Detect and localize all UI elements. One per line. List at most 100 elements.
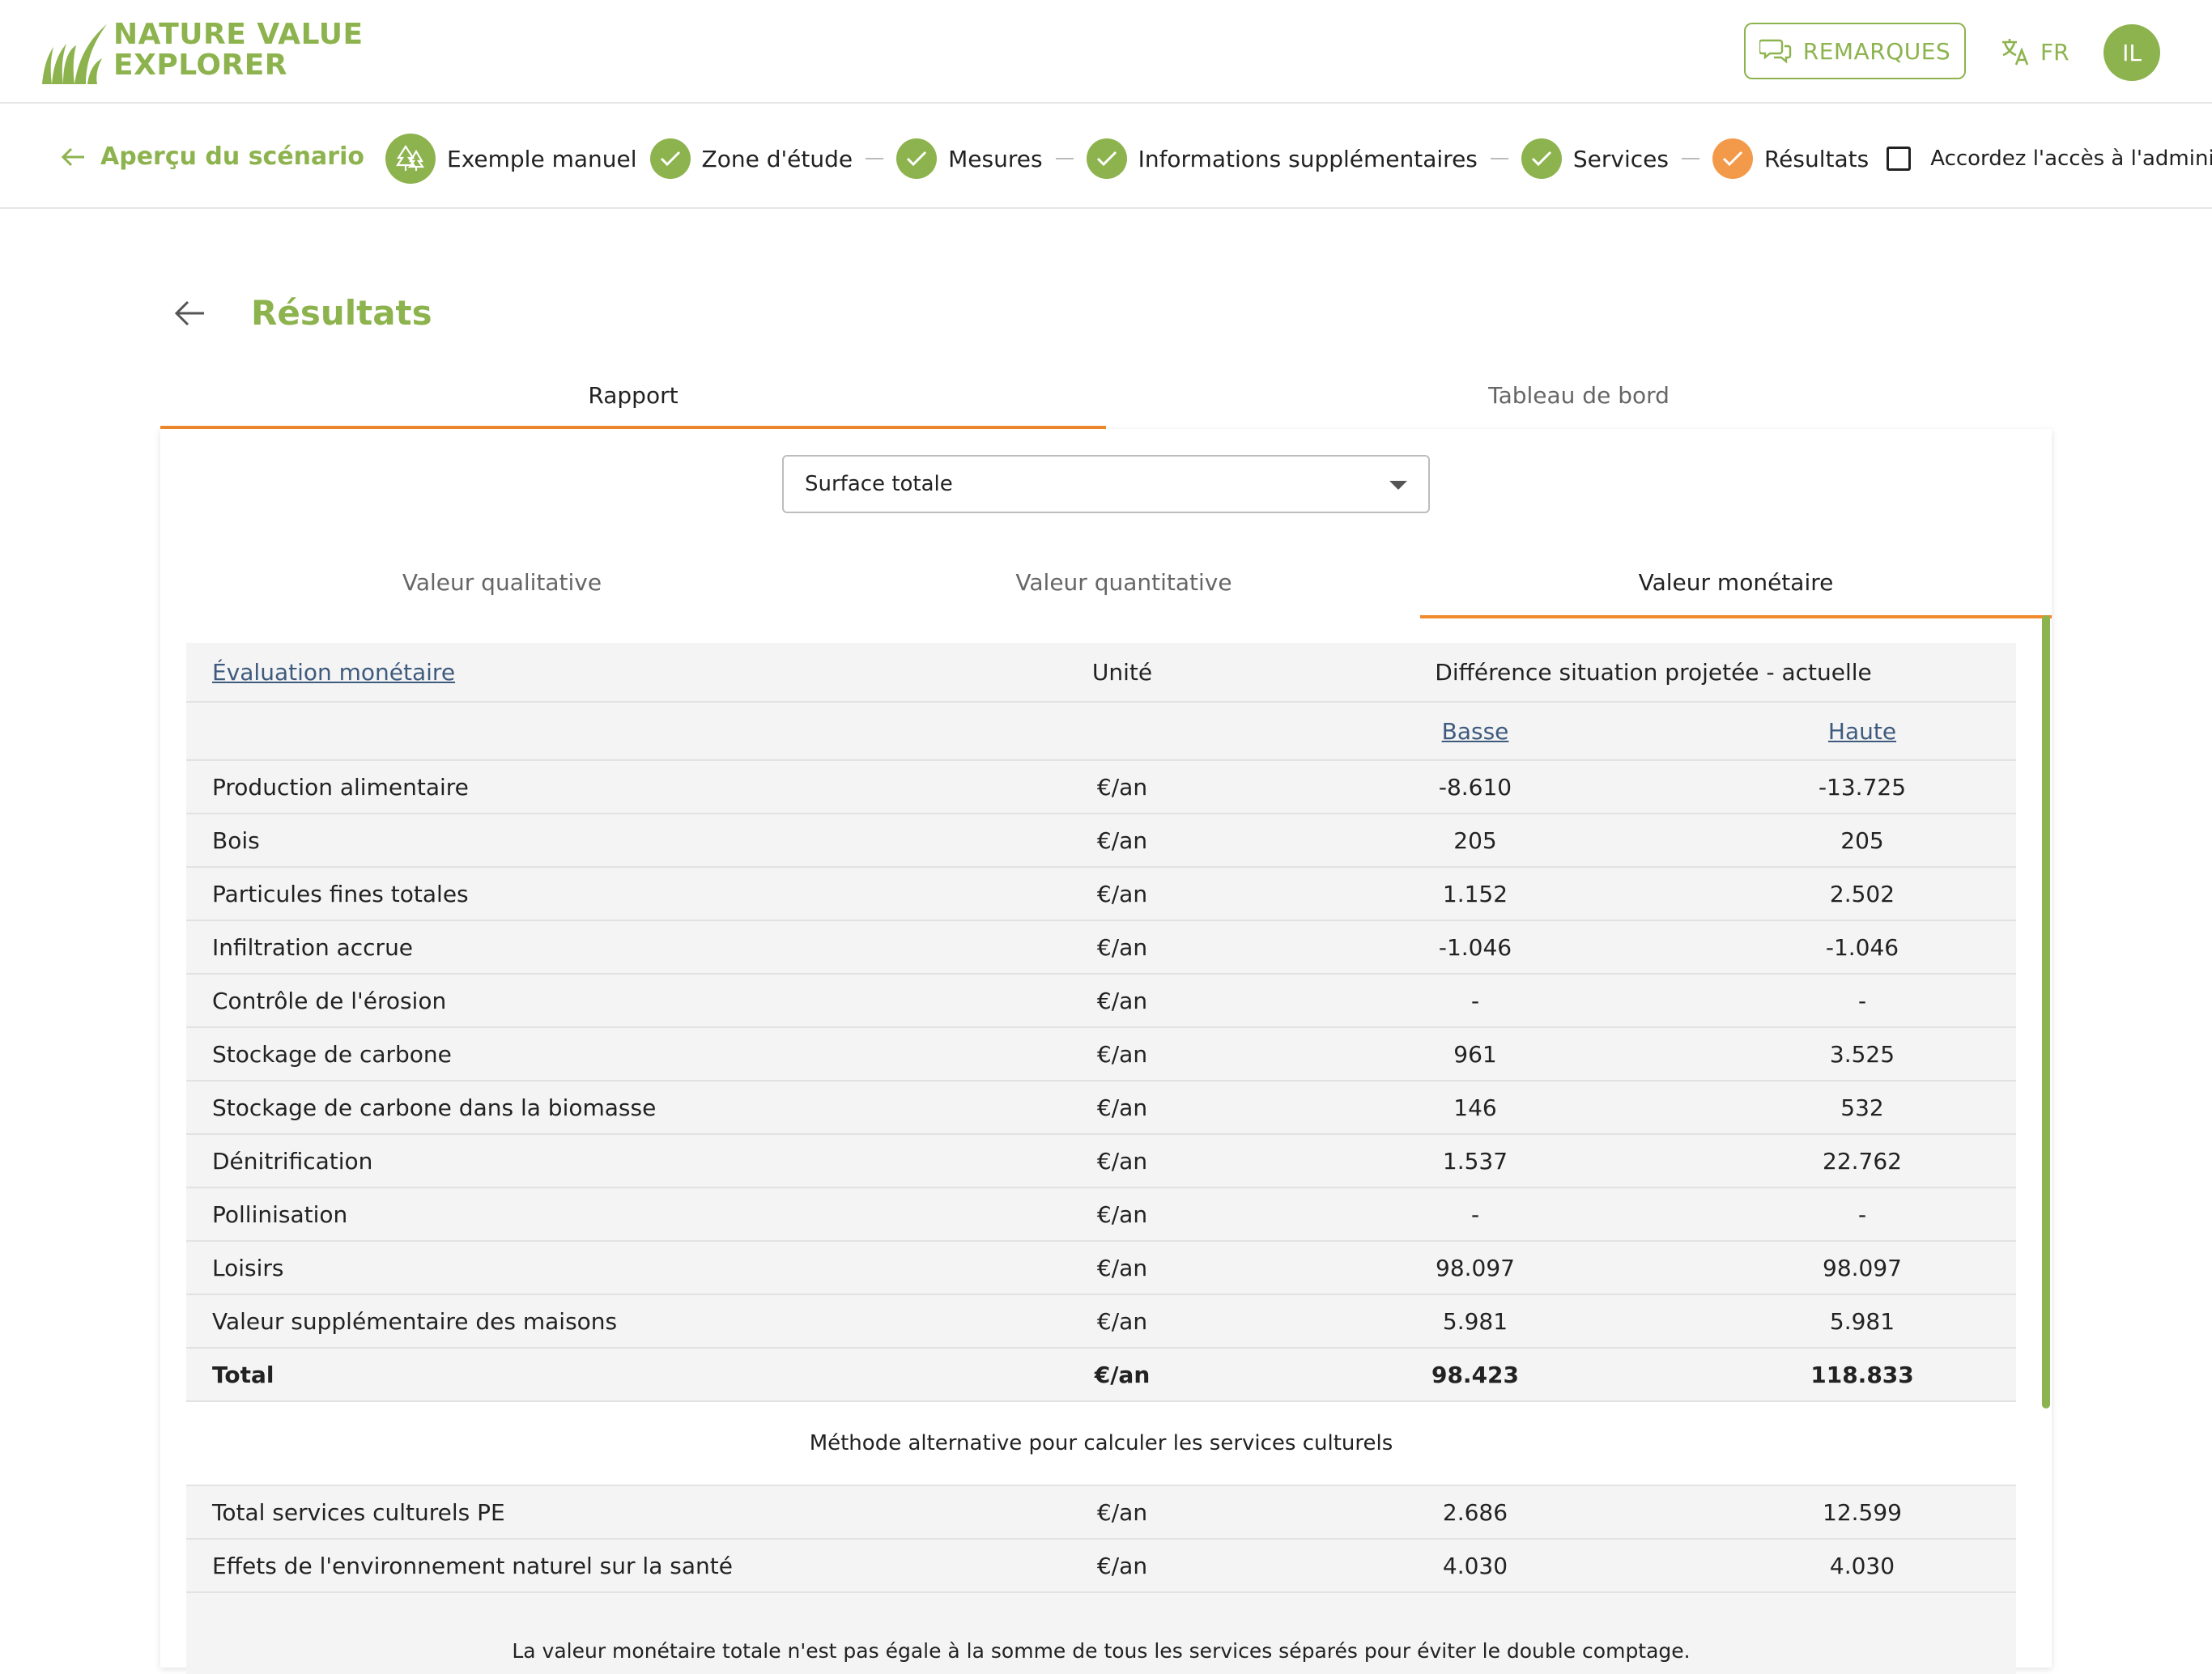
check-icon [649,138,691,179]
step-separator [1681,158,1699,159]
row-low: -1.046 [1438,933,1512,961]
table-row: Bois €/an 205 205 [186,814,2016,868]
check-icon [1712,138,1753,179]
results-tabs: Rapport Tableau de bord [160,361,2052,429]
table-row: Stockage de carbone dans la biomasse €/a… [186,1081,2016,1135]
admin-access-toggle[interactable]: Accordez l'accès à l'administrateur [1887,147,2212,171]
row-unit: €/an [1096,880,1148,907]
row-low: - [1470,1200,1480,1228]
row-high: 22.762 [1823,1147,1902,1175]
row-low: -8.610 [1438,773,1512,801]
tab-monetary[interactable]: Valeur monétaire [1420,546,2052,618]
row-unit: €/an [1096,826,1148,854]
translate-icon [2002,39,2029,66]
admin-access-label: Accordez l'accès à l'administrateur [1930,147,2212,171]
row-high: 98.097 [1823,1254,1902,1281]
check-icon [1086,138,1127,179]
language-switcher[interactable]: FR [2000,32,2069,71]
page-title: Résultats [251,293,432,333]
row-low: 5.981 [1442,1307,1508,1335]
row-name: Valeur supplémentaire des maisons [212,1307,618,1335]
row-name: Production alimentaire [212,773,469,801]
check-icon [896,138,938,179]
row-low: 2.686 [1442,1498,1508,1526]
back-arrow-icon[interactable] [173,300,206,327]
row-high: 2.502 [1829,880,1895,907]
total-name: Total [212,1361,274,1388]
row-name: Effets de l'environnement naturel sur la… [212,1552,733,1579]
monetary-table: Évaluation monétaire Unité Différence si… [186,643,2016,1674]
col-header-monetary-evaluation[interactable]: Évaluation monétaire [212,643,455,701]
step-study-area[interactable]: Zone d'étude [649,138,853,179]
user-initials: IL [2122,39,2142,66]
row-name: Stockage de carbone dans la biomasse [212,1094,657,1121]
step-additional-info[interactable]: Informations supplémentaires [1086,138,1478,179]
area-select-value: Surface totale [805,472,953,496]
step-project[interactable]: Exemple manuel [385,134,637,184]
double-counting-note: La valeur monétaire totale n'est pas éga… [186,1593,2016,1674]
row-name: Contrôle de l'érosion [212,987,447,1014]
tab-qualitative[interactable]: Valeur qualitative [186,546,818,618]
step-services[interactable]: Services [1521,138,1669,179]
value-type-tabs: Valeur qualitative Valeur quantitative V… [186,546,2052,618]
row-unit: €/an [1096,1094,1148,1121]
step-label: Zone d'étude [701,145,853,172]
brand-name: NATURE VALUE EXPLORER [113,19,364,81]
area-select[interactable]: Surface totale [782,455,1430,513]
tab-dashboard[interactable]: Tableau de bord [1106,361,2052,429]
row-high: 532 [1840,1094,1884,1121]
scenario-overview-link[interactable]: Aperçu du scénario [60,142,364,171]
arrow-left-icon [61,147,84,166]
step-separator [1055,158,1074,159]
tab-report[interactable]: Rapport [160,361,1106,429]
table-row: Stockage de carbone €/an 961 3.525 [186,1028,2016,1081]
language-code: FR [2040,38,2069,66]
table-subheader-row: Basse Haute [186,703,2016,761]
tree-icon [385,134,436,184]
table-row: Pollinisation €/an - - [186,1188,2016,1242]
step-label: Services [1572,145,1669,172]
total-high: 118.833 [1810,1361,1914,1388]
row-low: 205 [1453,826,1497,854]
step-results[interactable]: Résultats [1712,138,1869,179]
row-high: -1.046 [1825,933,1899,961]
total-low: 98.423 [1431,1361,1520,1388]
row-low: 4.030 [1442,1552,1508,1579]
step-label: Exemple manuel [447,145,637,172]
tab-quantitative[interactable]: Valeur quantitative [808,546,1440,618]
row-high: - [1857,987,1867,1014]
row-name: Total services culturels PE [212,1498,505,1526]
row-name: Particules fines totales [212,880,469,907]
row-high: 12.599 [1823,1498,1902,1526]
table-row: Contrôle de l'érosion €/an - - [186,975,2016,1028]
brand-line2: EXPLORER [113,49,288,82]
row-low: 146 [1453,1094,1497,1121]
row-unit: €/an [1096,1552,1148,1579]
step-separator [866,158,884,159]
remarks-label: REMARQUES [1802,37,1951,65]
table-row: Valeur supplémentaire des maisons €/an 5… [186,1295,2016,1349]
brand-logo[interactable]: NATURE VALUE EXPLORER [39,18,379,86]
table-row: Dénitrification €/an 1.537 22.762 [186,1135,2016,1188]
total-unit: €/an [1094,1361,1151,1388]
user-avatar[interactable]: IL [2104,24,2160,81]
col-header-high[interactable]: Haute [1781,703,1943,759]
scenario-overview-label: Aperçu du scénario [100,142,364,171]
check-icon [1521,138,1562,179]
row-name: Pollinisation [212,1200,348,1228]
row-low: 1.537 [1442,1147,1508,1175]
row-unit: €/an [1096,1147,1148,1175]
chevron-down-icon [1389,481,1407,490]
step-separator [1490,158,1508,159]
row-name: Loisirs [212,1254,284,1281]
col-header-low[interactable]: Basse [1394,703,1556,759]
scenario-stepper: Aperçu du scénario Exemple manuel Zone d… [0,104,2212,209]
table-row: Loisirs €/an 98.097 98.097 [186,1242,2016,1295]
admin-access-checkbox[interactable] [1887,147,1912,171]
scrollbar[interactable] [2042,615,2050,1408]
table-row: Particules fines totales €/an 1.152 2.50… [186,868,2016,921]
step-measures[interactable]: Mesures [896,138,1043,179]
row-low: 1.152 [1442,880,1508,907]
row-unit: €/an [1096,1307,1148,1335]
remarks-button[interactable]: REMARQUES [1744,23,1966,79]
